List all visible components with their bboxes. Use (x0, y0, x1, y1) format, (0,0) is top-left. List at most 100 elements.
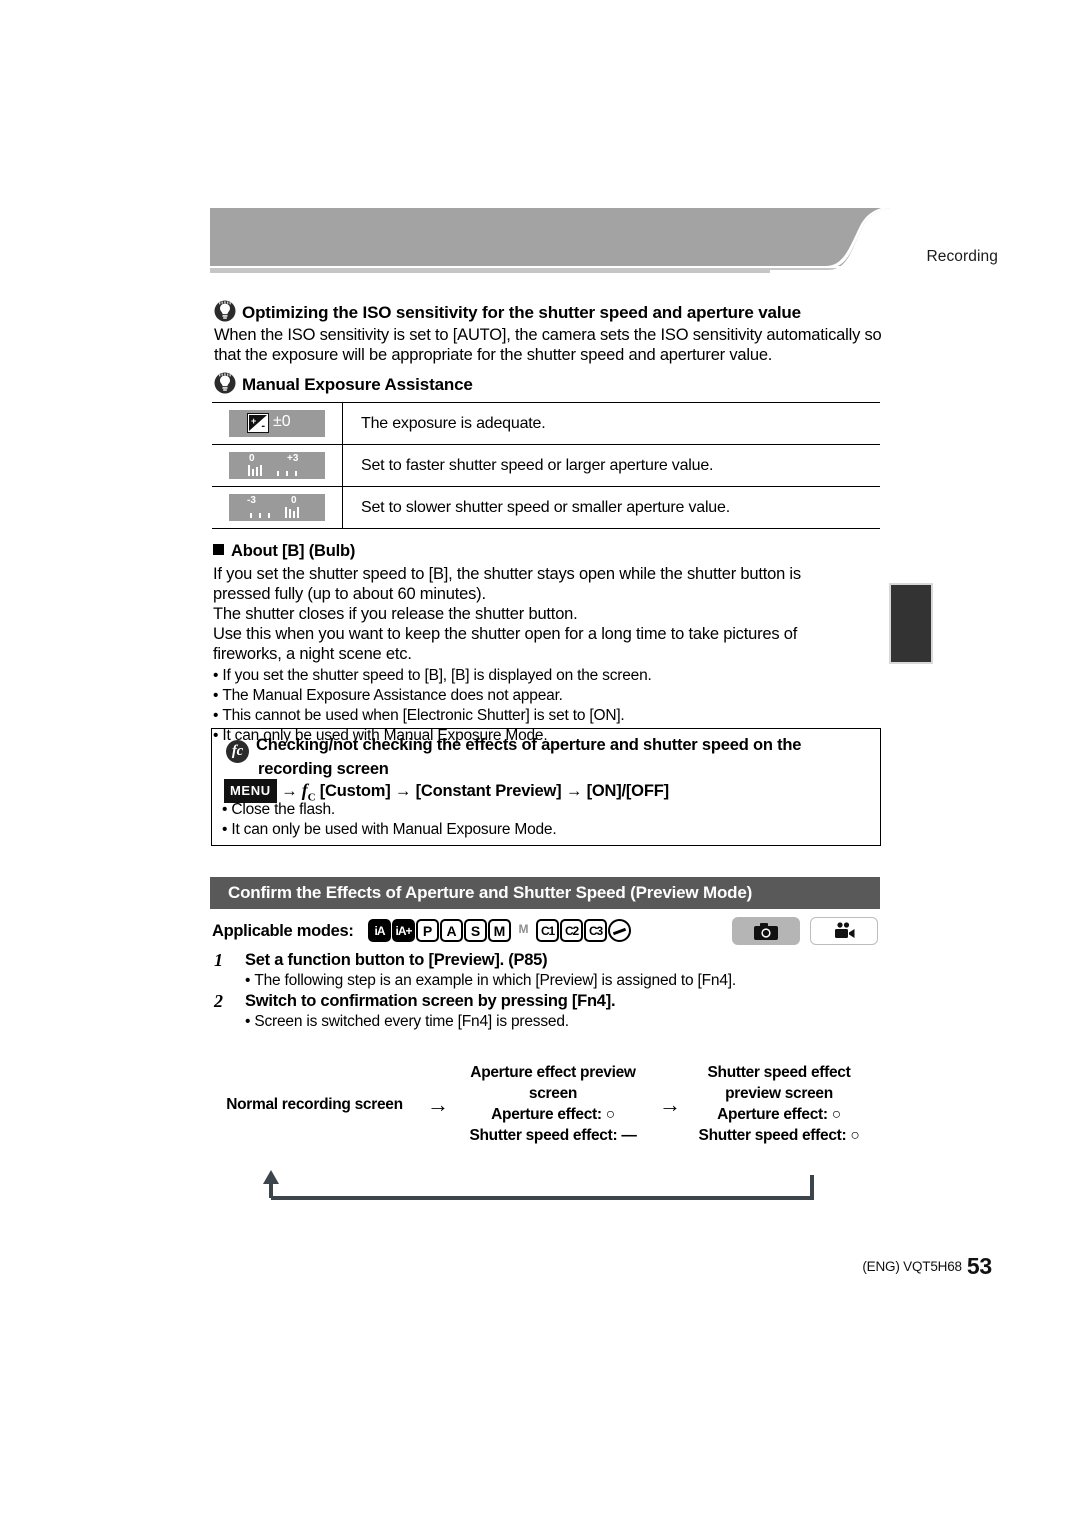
bulb-bullet-2: • The Manual Exposure Assistance does no… (213, 686, 563, 706)
section-header-bar: Confirm the Effects of Aperture and Shut… (210, 877, 880, 909)
bullet-dot: • (245, 972, 255, 989)
custom-menu-label: [Custom] (319, 782, 391, 800)
scale-left-label: -3 (247, 495, 256, 506)
bulb-paragraph-3: The shutter closes if you release the sh… (213, 605, 578, 623)
table-row: 0 +3 Set to faster shutter speed or larg… (212, 444, 880, 487)
scale-ticks-left (250, 513, 270, 518)
manual-exposure-icon: M (488, 919, 511, 942)
constant-preview-bullet-1: • Close the flash. (222, 800, 335, 820)
bullet-text: The following step is an example in whic… (254, 972, 736, 989)
manual-page: Recording Optimizing the ISO sensitivity… (0, 0, 1080, 1526)
program-ae-icon: P (416, 919, 439, 942)
scale-ticks-right (277, 471, 297, 476)
row-description: Set to faster shutter speed or larger ap… (342, 444, 880, 487)
bulb-paragraph-1: If you set the shutter speed to [B], the… (213, 565, 801, 583)
bullet-text: Screen is switched every time [Fn4] is p… (254, 1013, 569, 1030)
video-mode-pill[interactable] (810, 917, 878, 945)
iso-tip-title: Optimizing the ISO sensitivity for the s… (242, 303, 801, 322)
constant-preview-setting-label: [Constant Preview] (415, 782, 562, 800)
page-footer: (ENG) VQT5H68 53 (862, 1253, 992, 1280)
iso-tip-body-line1: When the ISO sensitivity is set to [AUTO… (214, 326, 882, 344)
lightbulb-icon (214, 372, 236, 394)
bulb-paragraph-4: Use this when you want to keep the shutt… (213, 625, 798, 643)
page-edge-tab-marker (889, 583, 933, 664)
bulb-section-heading: About [B] (Bulb) (213, 541, 355, 562)
mea-heading: Manual Exposure Assistance (214, 372, 473, 395)
flow-node-aperture-preview: Aperture effect preview screen Aperture … (444, 1062, 662, 1146)
header-swoosh-decoration (770, 208, 890, 273)
bullet-dot: • (222, 801, 232, 818)
mode-pills (732, 917, 878, 945)
bullet-dot: • (245, 1013, 255, 1030)
mode-icon-list: iA iA+ P A S M M C1 C2 C3 (368, 919, 631, 942)
aperture-preview-line2: screen (528, 1085, 578, 1102)
bulb-bullet-3: • This cannot be used when [Electronic S… (213, 706, 625, 726)
applicable-modes-row: Applicable modes: iA iA+ P A S M M C1 C2… (212, 917, 882, 947)
photo-mode-pill[interactable] (732, 917, 800, 945)
custom1-icon: C1 (536, 919, 559, 942)
flow-node-shutter-preview: Shutter speed effect preview screen Aper… (676, 1062, 882, 1146)
constant-preview-bullet-2: • It can only be used with Manual Exposu… (222, 820, 557, 840)
row-description: Set to slower shutter speed or smaller a… (342, 486, 880, 529)
bullet-text: Close the flash. (231, 801, 335, 818)
ev-plus-glyph: + (251, 416, 257, 426)
iso-tip-heading: Optimizing the ISO sensitivity for the s… (214, 300, 801, 323)
creative-control-icon (608, 919, 631, 942)
creative-video-icon: M (518, 922, 529, 936)
chapter-label: Recording (926, 248, 998, 265)
step-2-bullet: • Screen is switched every time [Fn4] is… (245, 1013, 569, 1031)
exposure-under-scale-icon: -3 0 (229, 494, 325, 521)
iso-tip-body-line2: that the exposure will be appropriate fo… (214, 346, 773, 364)
table-row: -3 0 Set to slower shutter speed or smal… (212, 486, 880, 529)
constant-preview-title-line1: Checking/not checking the effects of ape… (256, 736, 802, 754)
custom3-icon: C3 (584, 919, 607, 942)
ev-compensation-glyph: + - (247, 413, 269, 433)
scale-right-label: +3 (287, 453, 299, 464)
shutter-preview-line2: preview screen (725, 1085, 833, 1102)
step-1-bullet: • The following step is an example in wh… (245, 972, 736, 990)
aperture-priority-icon: A (440, 919, 463, 942)
exposure-over-scale-icon-cell: 0 +3 (212, 444, 343, 487)
bullet-dot: • (222, 821, 232, 838)
bullet-text: The Manual Exposure Assistance does not … (222, 687, 563, 704)
camera-icon (754, 922, 778, 940)
bulb-bullet-1: • If you set the shutter speed to [B], [… (213, 666, 652, 686)
applicable-modes-label: Applicable modes: (212, 922, 354, 940)
ev-minus-glyph: - (261, 420, 265, 432)
step-1-title: Set a function button to [Preview]. (P85… (245, 951, 548, 969)
bulb-paragraph-2: pressed fully (up to about 60 minutes). (213, 585, 486, 603)
manual-code: (ENG) VQT5H68 (862, 1259, 962, 1274)
aperture-preview-line4: Shutter speed effect: — (469, 1127, 637, 1144)
fc-custom-icon: fC (301, 780, 316, 804)
bulb-heading-text: About [B] (Bulb) (231, 542, 356, 560)
aperture-preview-line1: Aperture effect preview (470, 1064, 636, 1081)
scale-left-label: 0 (249, 453, 255, 464)
intelligent-auto-plus-icon: iA+ (392, 919, 415, 942)
bullet-dot: • (213, 687, 223, 704)
section-title: Confirm the Effects of Aperture and Shut… (228, 883, 753, 902)
step-2-title: Switch to confirmation screen by pressin… (245, 992, 616, 1010)
flow-node-normal-screen: Normal recording screen (226, 1096, 403, 1113)
manual-exposure-assistance-table: + - ±0 The exposure is adequate. 0 +3 Se… (212, 402, 880, 529)
step-1-number: 1 (214, 950, 223, 970)
bullet-text: It can only be used with Manual Exposure… (231, 821, 557, 838)
table-row: + - ±0 The exposure is adequate. (212, 402, 880, 445)
shutter-preview-line4: Shutter speed effect: ○ (698, 1127, 860, 1144)
scale-ticks-right (285, 507, 299, 518)
shutter-preview-line3: Aperture effect: ○ (717, 1106, 841, 1123)
bullet-dot: • (213, 707, 223, 724)
shutter-priority-icon: S (464, 919, 487, 942)
exposure-over-scale-icon: 0 +3 (229, 452, 325, 479)
bullet-dot: • (213, 667, 223, 684)
path-arrow-3: → (565, 782, 583, 800)
aperture-preview-line3: Aperture effect: ○ (491, 1106, 615, 1123)
lightbulb-icon (214, 300, 236, 322)
shutter-preview-line1: Shutter speed effect (707, 1064, 851, 1081)
fc-custom-icon: fc (226, 740, 249, 763)
path-arrow-1: → (281, 782, 298, 800)
scale-ticks-left (248, 465, 262, 476)
exposure-value: ±0 (273, 413, 291, 430)
row-description: The exposure is adequate. (342, 402, 880, 445)
scale-right-label: 0 (291, 495, 297, 506)
page-number: 53 (966, 1253, 992, 1279)
